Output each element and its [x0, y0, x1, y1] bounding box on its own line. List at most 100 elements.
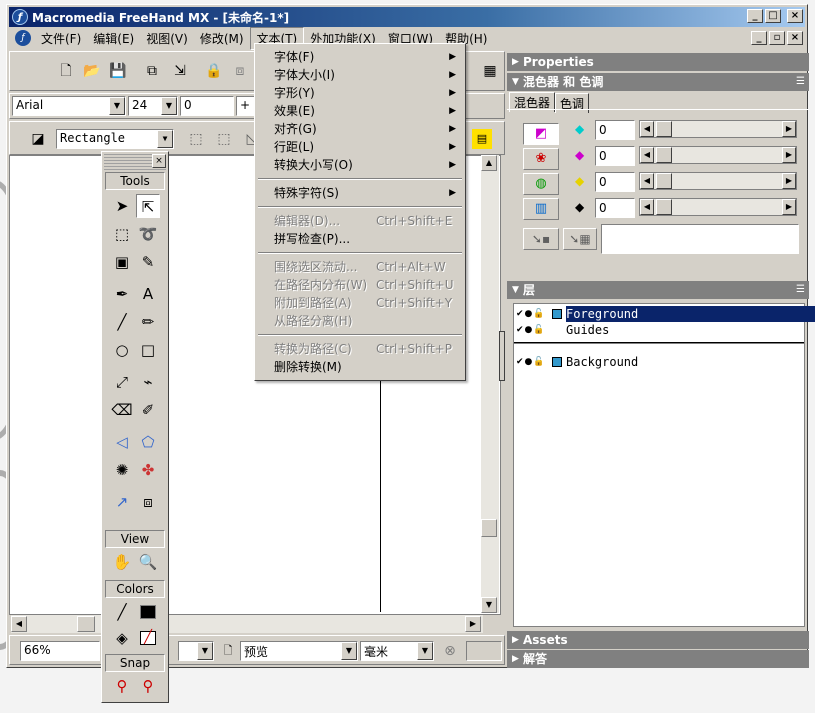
font-select[interactable]: Arial ▼ — [12, 96, 126, 116]
spray-tool-icon[interactable]: ✤ — [136, 458, 160, 482]
fill-none-swatch[interactable]: ╱ — [136, 626, 160, 650]
title-bar[interactable]: ƒ Macromedia FreeHand MX - [未命名-1*] _ □ … — [9, 7, 805, 27]
text-menu-item[interactable]: 在路径内分布(W) Ctrl+Shift+U — [258, 276, 462, 294]
stroke-swatch[interactable] — [136, 600, 160, 624]
link-tool-icon[interactable]: ↗ — [110, 490, 134, 514]
menu-file[interactable]: 文件(F) — [35, 28, 87, 49]
extrude-tool-icon[interactable]: ⬠ — [136, 430, 160, 454]
add-to-tints-icon[interactable]: ➘▦ — [563, 228, 597, 250]
scroll-up-button[interactable]: ▲ — [481, 155, 497, 171]
doc-close-button[interactable]: × — [787, 31, 803, 45]
graphic-hose-icon[interactable]: ✺ — [110, 458, 134, 482]
palette-grip[interactable]: × — [104, 154, 166, 170]
add-object-icon[interactable]: ⬚ — [186, 129, 206, 149]
menu-view[interactable]: 视图(V) — [140, 28, 194, 49]
slider-right-icon[interactable]: ▶ — [782, 173, 796, 189]
object-type-select[interactable]: Rectangle ▼ — [56, 129, 174, 149]
freehand-app-icon[interactable]: ƒ — [12, 9, 28, 25]
menu-modify[interactable]: 修改(M) — [194, 28, 250, 49]
layers-panel-header[interactable]: ▼ 层 ☰ — [507, 281, 809, 299]
page-icon[interactable]: 🗋 — [218, 641, 238, 661]
expand-triangle-icon[interactable]: ▶ — [512, 631, 519, 649]
line-tool-icon[interactable]: ╱ — [110, 310, 134, 334]
fill-color-icon[interactable]: ◈ — [110, 626, 134, 650]
remove-object-icon[interactable]: ⬚ — [214, 129, 234, 149]
hscroll-thumb[interactable] — [77, 616, 95, 632]
expand-triangle-icon[interactable]: ▶ — [512, 53, 519, 71]
text-menu-item[interactable]: 字形(Y) ▶ — [258, 84, 462, 102]
object-panel-icon[interactable]: ▤ — [472, 129, 492, 149]
slider-right-icon[interactable]: ▶ — [782, 199, 796, 215]
eyedropper-tool-icon[interactable]: ✎ — [136, 250, 160, 274]
pen-tool-icon[interactable]: ✒ — [110, 282, 134, 306]
scroll-right-button[interactable]: ▶ — [465, 616, 481, 632]
chevron-down-icon[interactable]: ▼ — [109, 97, 125, 115]
lock-icon[interactable]: 🔒 — [204, 61, 224, 81]
color-preview-well[interactable] — [601, 224, 799, 254]
snap-to-guide-icon[interactable]: ⚲ — [136, 674, 160, 698]
text-menu-item[interactable]: 拼写检查(P)... — [258, 230, 462, 248]
yellow-slider[interactable]: ◀ ▶ — [639, 172, 797, 190]
horizontal-scrollbar[interactable]: ◀ ▶ — [11, 615, 483, 633]
doc-restore-button[interactable]: ▫ — [769, 31, 785, 45]
dock-splitter-handle[interactable] — [499, 331, 505, 381]
chevron-down-icon[interactable]: ▼ — [417, 642, 433, 660]
document-icon[interactable]: ƒ — [15, 30, 31, 46]
magenta-slider[interactable]: ◀ ▶ — [639, 146, 797, 164]
font-size-select[interactable]: 24 ▼ — [128, 96, 178, 116]
perspective-tool-icon[interactable]: ◁ — [110, 430, 134, 454]
text-menu-item[interactable]: 从路径分离(H) — [258, 312, 462, 330]
collapse-triangle-icon[interactable]: ▼ — [512, 73, 519, 91]
chevron-down-icon[interactable]: ▼ — [197, 642, 213, 660]
text-menu-item[interactable]: 字体大小(I) ▶ — [258, 66, 462, 84]
layer-color-swatch[interactable] — [552, 357, 562, 367]
chevron-down-icon[interactable]: ▼ — [161, 97, 177, 115]
open-folder-icon[interactable]: 📂 — [82, 61, 102, 81]
cyan-input[interactable]: 0 — [595, 120, 635, 140]
scroll-left-button[interactable]: ◀ — [11, 616, 27, 632]
add-to-swatches-icon[interactable]: ➘▪ — [523, 228, 559, 250]
collapse-triangle-icon[interactable]: ▼ — [512, 281, 519, 299]
pencil-tool-icon[interactable]: ✏ — [136, 310, 160, 334]
chevron-down-icon[interactable]: ▼ — [157, 130, 173, 148]
layer-visible-lock-icons[interactable]: ✔●🔓 — [516, 322, 546, 338]
yellow-input[interactable]: 0 — [595, 172, 635, 192]
slider-left-icon[interactable]: ◀ — [640, 147, 654, 163]
scale-tool-icon[interactable]: ⤢ — [110, 370, 134, 394]
trace-tool-icon[interactable]: ▣ — [110, 250, 134, 274]
knife-tool-icon[interactable]: ⌁ — [136, 370, 160, 394]
text-menu-item[interactable]: 行距(L) ▶ — [258, 138, 462, 156]
zoom-tool-icon[interactable]: 🔍 — [136, 550, 160, 574]
duplicate-icon[interactable]: ⧉ — [142, 61, 162, 81]
new-file-icon[interactable]: 🗋 — [56, 61, 76, 81]
text-menu-item[interactable]: 字体(F) ▶ — [258, 48, 462, 66]
text-menu-item[interactable]: 特殊字符(S) ▶ — [258, 184, 462, 202]
panel-options-icon[interactable]: ☰ — [796, 281, 805, 299]
doc-minimize-button[interactable]: _ — [751, 31, 767, 45]
lasso-tool-icon[interactable]: ➰ — [136, 222, 160, 246]
maximize-button[interactable]: □ — [765, 9, 781, 23]
assets-panel-header[interactable]: ▶ Assets — [507, 631, 809, 649]
layer-guides[interactable]: ✔●🔓 Guides — [516, 322, 802, 338]
layer-color-swatch[interactable] — [552, 309, 562, 319]
page-tool-icon[interactable]: ⬚ — [110, 222, 134, 246]
units-select[interactable]: 毫米 ▼ — [360, 641, 434, 661]
export-icon[interactable]: ⇲ — [170, 61, 190, 81]
text-menu-item[interactable]: 编辑器(D)... Ctrl+Shift+E — [258, 212, 462, 230]
unlock-icon[interactable]: ⧈ — [230, 61, 250, 81]
slider-thumb[interactable] — [656, 199, 672, 215]
pointer-tool-icon[interactable]: ➤ — [110, 194, 134, 218]
text-menu-item[interactable]: 围绕选区流动... Ctrl+Alt+W — [258, 258, 462, 276]
slider-left-icon[interactable]: ◀ — [640, 121, 654, 137]
eraser-tool-icon[interactable]: ⌫ — [110, 398, 134, 422]
black-input[interactable]: 0 — [595, 198, 635, 218]
expand-triangle-icon[interactable]: ▶ — [512, 650, 519, 668]
ellipse-tool-icon[interactable]: ○ — [110, 338, 134, 362]
stop-icon[interactable]: ⊗ — [440, 641, 460, 661]
save-icon[interactable]: 💾 — [108, 61, 128, 81]
layer-visible-lock-icons[interactable]: ✔●🔓 — [516, 306, 546, 322]
slider-thumb[interactable] — [656, 173, 672, 189]
chevron-down-icon[interactable]: ▼ — [341, 642, 357, 660]
panel-options-icon[interactable]: ☰ — [796, 73, 805, 91]
scroll-down-button[interactable]: ▼ — [481, 597, 497, 613]
